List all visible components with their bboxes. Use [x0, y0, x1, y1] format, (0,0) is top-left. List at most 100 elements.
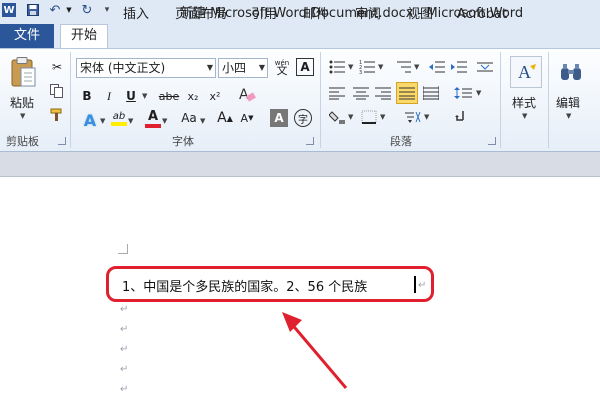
tab-mailings[interactable]: 邮件 — [300, 4, 332, 26]
superscript-button[interactable]: x² — [206, 87, 224, 105]
font-name-value: 宋体 (中文正文) — [80, 61, 166, 75]
underline-dropdown-icon[interactable]: ▼ — [142, 92, 147, 100]
format-painter-icon[interactable] — [48, 106, 66, 124]
group-divider — [70, 52, 71, 148]
borders-icon[interactable] — [360, 108, 378, 126]
paragraph-mark: ↵ — [120, 304, 129, 315]
align-right-icon[interactable] — [374, 84, 392, 102]
word-app-icon[interactable]: W — [2, 3, 16, 17]
svg-text:3: 3 — [359, 70, 362, 74]
tab-view[interactable]: 视图 — [404, 4, 436, 26]
tab-review[interactable]: 审阅 — [352, 4, 384, 26]
group-divider — [500, 52, 501, 148]
tab-page-layout[interactable]: 页面布局 — [168, 4, 234, 26]
svg-text:A: A — [518, 62, 531, 82]
styles-icon[interactable]: A — [510, 56, 542, 88]
clipboard-group-label: 剪贴板 — [6, 135, 39, 148]
highlight-glyph: ab — [112, 110, 126, 122]
font-name-select[interactable]: 宋体 (中文正文) ▼ — [76, 58, 216, 78]
phonetic-guide-glyph: 文 — [276, 64, 288, 77]
enclose-characters-button[interactable]: 字 — [294, 109, 312, 127]
clear-formatting-glyph: A — [239, 87, 249, 103]
tab-file[interactable]: 文件 — [0, 24, 54, 48]
line-spacing-icon[interactable] — [454, 84, 472, 102]
undo-dropdown-icon[interactable]: ▼ — [62, 3, 76, 17]
paragraph-launcher-icon[interactable] — [488, 137, 496, 145]
line-spacing-dropdown-icon[interactable]: ▼ — [476, 89, 481, 97]
chevron-down-icon: ▼ — [206, 63, 213, 72]
change-case-dropdown-icon[interactable]: ▼ — [200, 117, 205, 125]
customize-qat-icon[interactable]: ▾ — [100, 3, 114, 17]
align-left-icon[interactable] — [328, 84, 346, 102]
text-effects-button[interactable]: A — [80, 110, 100, 130]
borders-dropdown-icon[interactable]: ▼ — [380, 113, 385, 121]
increase-indent-icon[interactable] — [450, 58, 468, 76]
subscript-button[interactable]: x₂ — [184, 87, 202, 105]
multilevel-list-icon[interactable] — [394, 58, 412, 76]
numbering-icon[interactable]: 123 — [358, 58, 376, 76]
save-icon[interactable] — [26, 3, 40, 17]
align-center-icon[interactable] — [352, 84, 370, 102]
chinese-layout-icon[interactable] — [474, 58, 496, 76]
character-shading-button[interactable]: A — [270, 109, 288, 127]
paragraph-mark: ↵ — [120, 384, 129, 395]
bullets-dropdown-icon[interactable]: ▼ — [348, 63, 353, 71]
paragraph-mark: ↵ — [120, 344, 129, 355]
tab-home[interactable]: 开始 — [60, 24, 108, 48]
styles-label[interactable]: 样式 — [512, 94, 536, 111]
paste-dropdown-icon[interactable]: ▼ — [20, 112, 25, 120]
shading-dropdown-icon[interactable]: ▼ — [348, 113, 353, 121]
shading-icon[interactable] — [328, 108, 346, 126]
strikethrough-button[interactable]: abe — [158, 87, 180, 105]
copy-icon[interactable] — [48, 82, 66, 100]
font-size-value: 小四 — [222, 61, 247, 75]
sort-dropdown-icon[interactable]: ▼ — [424, 113, 429, 121]
annotation-arrow-icon — [282, 312, 348, 389]
highlight-dropdown-icon[interactable]: ▼ — [128, 117, 133, 125]
shrink-font-button[interactable]: A ▼ — [238, 109, 256, 127]
bullets-icon[interactable] — [328, 58, 346, 76]
editing-dropdown-icon[interactable]: ▼ — [566, 112, 571, 120]
phonetic-guide-button[interactable]: wén 文 — [272, 58, 292, 76]
character-border-button[interactable]: A — [296, 58, 314, 76]
distributed-icon[interactable] — [422, 84, 440, 102]
decrease-indent-icon[interactable] — [428, 58, 446, 76]
paste-icon[interactable] — [8, 56, 38, 90]
font-size-select[interactable]: 小四 ▼ — [218, 58, 268, 78]
editing-label[interactable]: 编辑 — [556, 94, 580, 111]
paragraph-mark: ↵ — [120, 364, 129, 375]
sort-icon[interactable] — [404, 108, 422, 126]
numbering-dropdown-icon[interactable]: ▼ — [378, 63, 383, 71]
justify-icon[interactable] — [396, 82, 418, 104]
tab-acrobat[interactable]: Acrobat — [454, 4, 510, 26]
show-hide-marks-icon[interactable] — [452, 108, 470, 126]
clipboard-launcher-icon[interactable] — [58, 137, 66, 145]
bold-button[interactable]: B — [78, 87, 96, 105]
italic-button[interactable]: I — [100, 87, 118, 105]
shrink-font-glyph: A — [240, 111, 249, 125]
font-launcher-icon[interactable] — [306, 137, 314, 145]
styles-dropdown-icon[interactable]: ▼ — [522, 112, 527, 120]
margin-corner-mark — [118, 244, 128, 254]
multilevel-list-dropdown-icon[interactable]: ▼ — [414, 63, 419, 71]
change-case-button[interactable]: Aa — [178, 109, 200, 127]
font-group-label: 字体 — [172, 135, 194, 148]
font-color-dropdown-icon[interactable]: ▼ — [162, 117, 167, 125]
font-color-glyph: A — [147, 108, 159, 124]
chevron-down-icon: ▼ — [258, 63, 265, 72]
grow-font-button[interactable]: A ▲ — [216, 109, 234, 127]
redo-icon[interactable]: ↻ — [80, 3, 94, 18]
paragraph-mark: ↵ — [120, 324, 129, 335]
tab-insert[interactable]: 插入 — [116, 4, 156, 26]
tab-references[interactable]: 引用 — [248, 4, 280, 26]
font-color-button[interactable]: A — [144, 108, 162, 128]
cut-icon[interactable]: ✂ — [48, 58, 66, 76]
undo-icon[interactable]: ↶ — [48, 3, 62, 18]
annotation-highlight-box — [106, 266, 434, 302]
binoculars-icon[interactable] — [556, 56, 586, 88]
text-effects-dropdown-icon[interactable]: ▼ — [100, 117, 105, 125]
paste-label[interactable]: 粘贴 — [10, 94, 34, 111]
clear-formatting-button[interactable]: A — [236, 84, 258, 104]
underline-button[interactable]: U — [122, 87, 140, 105]
highlight-button[interactable]: ab — [110, 108, 128, 128]
